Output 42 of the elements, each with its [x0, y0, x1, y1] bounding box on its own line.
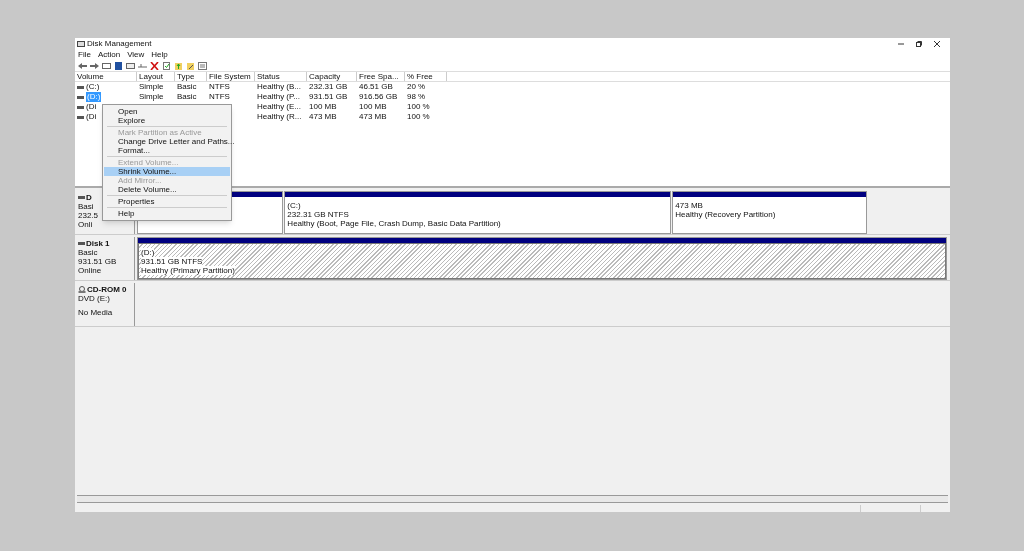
table-cell: 931.51 GB — [309, 92, 348, 102]
disk-info: 931.51 GB — [78, 257, 117, 266]
partition-info: Healthy (Recovery Partition) — [675, 210, 776, 219]
table-cell: 98 % — [407, 92, 426, 102]
disk-info: DVD (E:) — [78, 294, 110, 303]
table-cell: 473 MB — [309, 112, 337, 122]
table-cell: Basic — [177, 92, 197, 102]
disk-info: Onli — [78, 220, 93, 229]
table-cell: 100 % — [407, 112, 430, 122]
disk-name: CD-ROM 0 — [87, 285, 127, 294]
table-cell: NTFS — [209, 92, 230, 102]
table-cell: Healthy (R... — [257, 112, 302, 122]
table-cell: 100 MB — [359, 102, 387, 112]
table-cell: Healthy (B... — [257, 82, 301, 92]
table-cell: Healthy (E... — [257, 102, 301, 112]
table-cell: 46.51 GB — [359, 82, 393, 92]
table-cell: NTFS — [209, 82, 230, 92]
table-cell: Healthy (P... — [257, 92, 300, 102]
table-cell: 473 MB — [359, 112, 387, 122]
table-cell: Basic — [177, 82, 197, 92]
partition-info: 931.51 GB NTFS — [141, 257, 203, 266]
disk-info: Basi — [78, 202, 94, 211]
disk-info: Online — [78, 266, 102, 275]
partition-info: Healthy (Boot, Page File, Crash Dump, Basic Data Partition) — [287, 219, 501, 228]
partition-info: (D:) — [141, 248, 155, 257]
table-cell: 20 % — [407, 82, 426, 92]
partition-info: 473 MB — [675, 201, 703, 210]
table-cell: 916.56 GB — [359, 92, 398, 102]
table-cell: 100 MB — [309, 102, 337, 112]
partition-info: (C:) — [287, 201, 301, 210]
partition-info: 232.31 GB NTFS — [287, 210, 349, 219]
disk-info: 232.5 — [78, 211, 99, 220]
disk-name: Disk 1 — [86, 239, 110, 248]
table-cell: Simple — [139, 92, 164, 102]
table-cell: 232.31 GB — [309, 82, 348, 92]
disk-name: D — [86, 193, 92, 202]
table-cell: 100 % — [407, 102, 430, 112]
table-cell: Simple — [139, 82, 164, 92]
partition-info: Healthy (Primary Partition) — [141, 266, 235, 275]
disk-info: No Media — [78, 308, 113, 317]
disk-info: Basic — [78, 248, 98, 257]
window-title: Disk Management — [87, 38, 152, 50]
